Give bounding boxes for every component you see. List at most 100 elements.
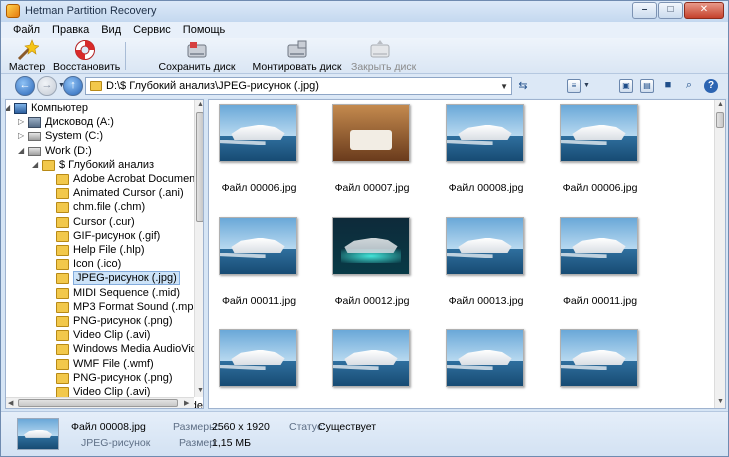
- tree-item[interactable]: ◢ Work (D:): [6, 145, 190, 159]
- up-button[interactable]: ↑: [63, 76, 83, 96]
- chevron-down-icon[interactable]: ▼: [500, 82, 508, 91]
- file-tile[interactable]: Файл 00012.jpg: [322, 217, 432, 322]
- search-icon[interactable]: ⌕: [682, 79, 696, 93]
- restore-button[interactable]: Восстановить: [53, 39, 120, 73]
- tree-item[interactable]: GIF-рисунок (.gif): [6, 230, 190, 244]
- save-disk-button[interactable]: Сохранить диск: [151, 39, 243, 73]
- file-thumbnail-image[interactable]: [446, 217, 524, 275]
- file-thumbnail-image[interactable]: [332, 217, 410, 275]
- file-tile[interactable]: Файл 00006.jpg: [550, 329, 660, 408]
- close-disk-button[interactable]: Закрыть диск: [351, 39, 417, 73]
- file-tile[interactable]: Файл 00013.jpg: [436, 217, 546, 322]
- menu-help[interactable]: Помощь: [177, 22, 232, 38]
- title-bar[interactable]: Hetman Partition Recovery – □ ✕: [1, 1, 728, 22]
- scroll-up-icon[interactable]: ▲: [717, 101, 724, 108]
- tree-collapse-icon[interactable]: ◢: [32, 160, 38, 169]
- file-name-label: Файл 00008.jpg: [436, 407, 536, 408]
- preview-view-icon[interactable]: ▣: [619, 79, 633, 93]
- tree-item[interactable]: ◢ Компьютер: [6, 102, 190, 116]
- tree-item[interactable]: Animated Cursor (.ani): [6, 187, 190, 201]
- menu-view[interactable]: Вид: [95, 22, 127, 38]
- file-tile[interactable]: Файл 00008.jpg: [436, 329, 546, 408]
- menu-file[interactable]: Файл: [7, 22, 46, 38]
- menu-service[interactable]: Сервис: [127, 22, 177, 38]
- file-tile[interactable]: Файл 00011.jpg: [550, 217, 660, 322]
- folder-icon: [90, 81, 102, 91]
- file-thumbnail-image[interactable]: [219, 104, 297, 162]
- file-tile[interactable]: Файл 00007.jpg: [322, 329, 432, 408]
- tree-item[interactable]: PNG-рисунок (.png): [6, 372, 190, 386]
- close-button[interactable]: ✕: [684, 2, 724, 19]
- tree-item[interactable]: ▷ Дисковод (A:): [6, 116, 190, 130]
- close-disk-label: Закрыть диск: [351, 61, 417, 73]
- file-thumbnail-image[interactable]: [560, 329, 638, 387]
- back-button[interactable]: ←: [15, 76, 35, 96]
- forward-button[interactable]: →: [37, 76, 57, 96]
- maximize-button[interactable]: □: [658, 2, 683, 19]
- scroll-up-icon[interactable]: ▲: [197, 101, 203, 108]
- mount-disk-button[interactable]: Монтировать диск: [245, 39, 349, 73]
- menu-edit[interactable]: Правка: [46, 22, 95, 38]
- file-tile[interactable]: Файл 00011.jpg: [209, 217, 319, 322]
- tree-collapse-icon[interactable]: ◢: [18, 146, 24, 155]
- file-thumbnail-image[interactable]: [332, 329, 410, 387]
- address-bar[interactable]: D:\$ Глубокий анализ\JPEG-рисунок (.jpg)…: [85, 77, 512, 95]
- tree-expand-icon[interactable]: ▷: [18, 117, 24, 126]
- sort-icon[interactable]: ≡: [567, 79, 581, 93]
- save-icon[interactable]: ■: [661, 79, 675, 93]
- scroll-right-icon[interactable]: ▶: [184, 399, 189, 407]
- tree-item[interactable]: Windows Media AudioVideo file: [6, 343, 203, 357]
- address-path: D:\$ Глубокий анализ\JPEG-рисунок (.jpg): [106, 80, 319, 92]
- tree-item[interactable]: MP3 Format Sound (.mp3): [6, 301, 203, 315]
- file-thumbnail-image[interactable]: [446, 104, 524, 162]
- grid-vertical-scrollbar[interactable]: ▲ ▼: [714, 100, 725, 408]
- tree-item[interactable]: chm.file (.chm): [6, 201, 190, 215]
- scroll-thumb[interactable]: [18, 399, 178, 407]
- toolbar-separator: [125, 42, 126, 70]
- tree-item[interactable]: ◢ $ Глубокий анализ: [6, 159, 190, 173]
- file-thumbnail-image[interactable]: [219, 329, 297, 387]
- file-tile[interactable]: Файл 00006.jpg: [209, 104, 319, 209]
- tree-expand-icon[interactable]: ▷: [18, 131, 24, 140]
- tree-item[interactable]: Adobe Acrobat Document (.pdf): [6, 173, 203, 187]
- tree-item[interactable]: PNG-рисунок (.png): [6, 315, 190, 329]
- file-tile[interactable]: Файл 00007.jpg: [322, 104, 432, 209]
- minimize-button[interactable]: –: [632, 2, 657, 19]
- help-icon[interactable]: ?: [704, 79, 718, 93]
- tree-horizontal-scrollbar[interactable]: ◀ ▶: [6, 397, 194, 408]
- folder-tree[interactable]: ◢ Компьютер ▷ Дисковод (A:) ▷ System (C:) ◢ Wor…: [5, 99, 204, 409]
- tree-item[interactable]: WMF File (.wmf): [6, 358, 190, 372]
- tree-item[interactable]: Icon (.ico): [6, 258, 190, 272]
- menu-bar: Файл Правка Вид Сервис Помощь: [1, 22, 728, 38]
- file-thumbnail-image[interactable]: [560, 104, 638, 162]
- file-thumbnail-image[interactable]: [332, 104, 410, 162]
- tree-item[interactable]: JPEG-рисунок (.jpg): [6, 271, 190, 286]
- tree-item[interactable]: ▷ System (C:): [6, 130, 190, 144]
- scroll-thumb[interactable]: [716, 112, 724, 128]
- tree-item[interactable]: Cursor (.cur): [6, 216, 190, 230]
- file-thumbnail-image[interactable]: [560, 217, 638, 275]
- tree-collapse-icon[interactable]: ◢: [6, 103, 10, 112]
- scroll-thumb[interactable]: [196, 112, 203, 222]
- scroll-down-icon[interactable]: ▼: [717, 398, 724, 405]
- scroll-down-icon[interactable]: ▼: [197, 387, 203, 394]
- wizard-button[interactable]: Мастер: [5, 39, 49, 73]
- tree-item[interactable]: Video Clip (.avi): [6, 329, 190, 343]
- sort-dropdown-icon[interactable]: ▼: [583, 82, 590, 89]
- save-disk-label: Сохранить диск: [158, 61, 236, 73]
- maximize-icon: □: [667, 4, 674, 15]
- file-tile[interactable]: Файл 00006.jpg: [550, 104, 660, 209]
- refresh-icon[interactable]: ⇆: [516, 79, 530, 93]
- tree-item[interactable]: MIDI Sequence (.mid): [6, 287, 190, 301]
- wizard-label: Мастер: [8, 61, 46, 73]
- file-tile[interactable]: Файл 00006.jpg: [209, 329, 319, 408]
- tree-vertical-scrollbar[interactable]: ▲ ▼: [194, 100, 203, 397]
- file-name-label: Файл 00013.jpg: [448, 295, 524, 307]
- file-thumbnail-image[interactable]: [446, 329, 524, 387]
- details-view-icon[interactable]: ▤: [640, 79, 654, 93]
- tree-item[interactable]: Help File (.hlp): [6, 244, 190, 258]
- folder-icon: [56, 316, 69, 327]
- file-tile[interactable]: Файл 00008.jpg: [436, 104, 546, 209]
- scroll-left-icon[interactable]: ◀: [8, 399, 13, 407]
- file-thumbnail-image[interactable]: [219, 217, 297, 275]
